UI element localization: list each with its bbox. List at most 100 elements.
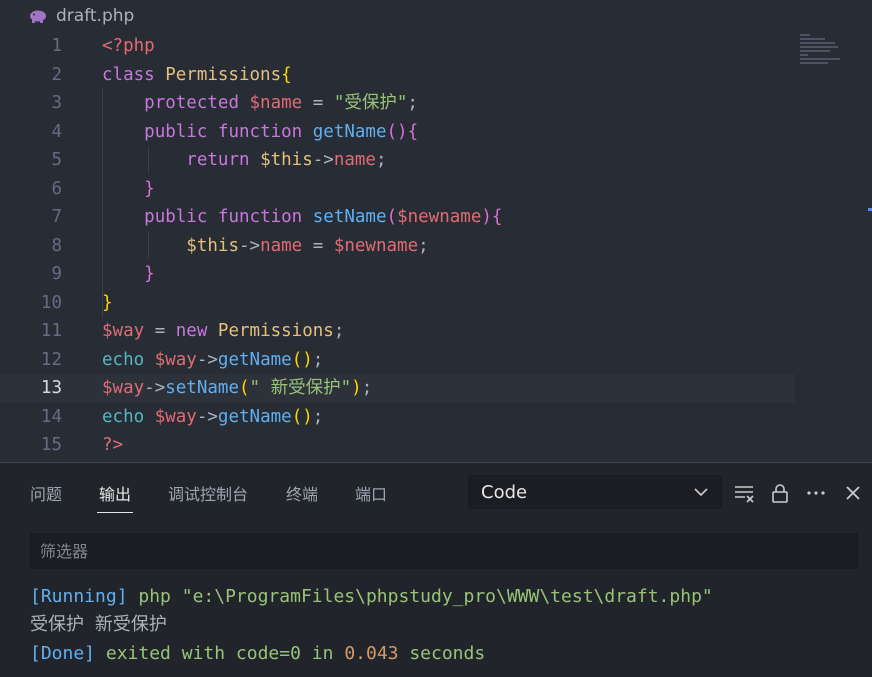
code-line[interactable]: 6 }: [0, 175, 800, 204]
code-token: ->: [312, 150, 334, 170]
code-token: =: [144, 321, 176, 341]
lock-icon[interactable]: [769, 482, 791, 504]
code-token: }: [102, 292, 113, 313]
code-line[interactable]: 12 echo $way->getName();: [0, 346, 800, 375]
code-token: ;: [333, 321, 345, 341]
line-number: 13: [40, 378, 62, 398]
code-token: $way: [102, 321, 145, 341]
line-code: echo $way->getName();: [102, 346, 323, 375]
code-token: (){: [386, 121, 419, 142]
editor-tab-bar: draft.php: [0, 0, 872, 32]
panel-tab[interactable]: 调试控制台: [168, 481, 248, 505]
code-token: $newname: [397, 207, 482, 227]
panel-tab[interactable]: 输出: [96, 481, 134, 513]
file-tab-label: draft.php: [56, 6, 135, 26]
code-line[interactable]: 7 public function setName($newname){: [0, 203, 800, 232]
code-token: ;: [407, 93, 418, 113]
code-token: echo: [102, 349, 155, 370]
code-token: $name: [249, 93, 303, 113]
line-number: 14: [40, 406, 62, 427]
panel-tab[interactable]: 问题: [30, 481, 62, 505]
code-token: public: [144, 207, 218, 227]
line-number: 4: [51, 121, 62, 142]
close-icon[interactable]: [842, 482, 864, 504]
code-token: ): [351, 378, 362, 398]
code-line[interactable]: 1 <?php: [0, 32, 800, 61]
code-line[interactable]: 2 class Permissions{: [0, 61, 800, 90]
code-token: getName: [217, 349, 292, 370]
code-line[interactable]: 10}: [0, 289, 800, 318]
line-code: class Permissions{: [102, 61, 292, 90]
line-code: public function setName($newname){: [102, 203, 502, 232]
output-channel-select[interactable]: Code: [468, 475, 722, 509]
line-code: ?>: [102, 431, 123, 460]
filter-box[interactable]: [30, 533, 858, 569]
code-token: ;: [312, 406, 324, 427]
code-token: $this: [186, 235, 239, 256]
code-line[interactable]: 13 $way->setName(" 新受保护");: [0, 374, 795, 403]
code-token: protected: [144, 93, 250, 113]
code-line[interactable]: 15 ?>: [0, 431, 800, 460]
output-line-result: 受保护 新受保护: [30, 611, 167, 639]
line-code: }: [102, 289, 113, 318]
filter-input[interactable]: [40, 541, 820, 561]
line-code: <?php: [102, 32, 155, 61]
line-code: public function getName(){: [102, 118, 418, 147]
code-token: {: [281, 64, 292, 85]
code-token: Permissions: [165, 64, 282, 85]
code-token: getName: [312, 121, 387, 142]
output-panel: 问题 输出 调试控制台 终端 端口 Code [Running] php "e:\Pro…: [0, 462, 872, 677]
line-number: 5: [51, 150, 62, 170]
code-line[interactable]: 5 return $this->name;: [0, 146, 800, 175]
code-line[interactable]: 3 protected $name = "受保护";: [0, 89, 800, 118]
code-token: "受保护": [333, 93, 408, 113]
more-icon[interactable]: [805, 482, 827, 504]
code-token: ?>: [102, 435, 124, 455]
code-token: <?php: [102, 36, 155, 56]
code-line[interactable]: 8 $this->name = $newname;: [0, 232, 800, 261]
code-token: $newname: [333, 235, 419, 256]
code-editor[interactable]: 1 <?php 2 class Permissions{3 protected $na…: [0, 32, 872, 462]
code-token: ->: [196, 349, 218, 370]
code-token: setName: [165, 378, 239, 398]
running-command: php "e:\ProgramFiles\phpstudy_pro\WWW\te…: [127, 586, 713, 607]
code-token: ;: [361, 378, 373, 398]
code-line[interactable]: 14 echo $way->getName();: [0, 403, 800, 432]
code-token: setName: [312, 207, 387, 227]
line-code: $way = new Permissions;: [102, 317, 344, 346]
file-tab[interactable]: draft.php: [28, 4, 134, 28]
panel-tab[interactable]: 端口: [355, 481, 387, 505]
line-code: }: [102, 260, 155, 289]
panel-tab[interactable]: 终端: [286, 481, 318, 505]
minimap[interactable]: [800, 32, 860, 72]
line-number: 10: [40, 292, 62, 313]
code-token: }: [144, 264, 155, 284]
code-token: ;: [312, 349, 324, 370]
output-channel-value: Code: [481, 481, 528, 503]
line-code: protected $name = "受保护";: [102, 89, 418, 118]
panel-tabs: 问题 输出 调试控制台 终端 端口: [0, 463, 460, 523]
line-number: 2: [51, 64, 62, 85]
line-code: echo $way->getName();: [102, 403, 323, 432]
code-line[interactable]: 9 }: [0, 260, 800, 289]
code-token: (): [291, 349, 313, 370]
line-number: 8: [51, 235, 62, 256]
code-token: class: [102, 64, 166, 85]
line-number: 9: [51, 264, 62, 284]
code-token: ;: [418, 235, 429, 256]
clear-output-icon[interactable]: [733, 482, 755, 504]
code-token: function: [217, 121, 313, 142]
line-code: $way->setName(" 新受保护");: [102, 374, 372, 403]
code-line[interactable]: 11 $way = new Permissions;: [0, 317, 800, 346]
line-number: 7: [51, 207, 62, 227]
code-token: (): [291, 406, 313, 427]
code-line[interactable]: 4 public function getName(){: [0, 118, 800, 147]
line-number: 11: [40, 321, 62, 341]
line-code: $this->name = $newname;: [102, 232, 429, 261]
code-token: (: [386, 207, 398, 227]
